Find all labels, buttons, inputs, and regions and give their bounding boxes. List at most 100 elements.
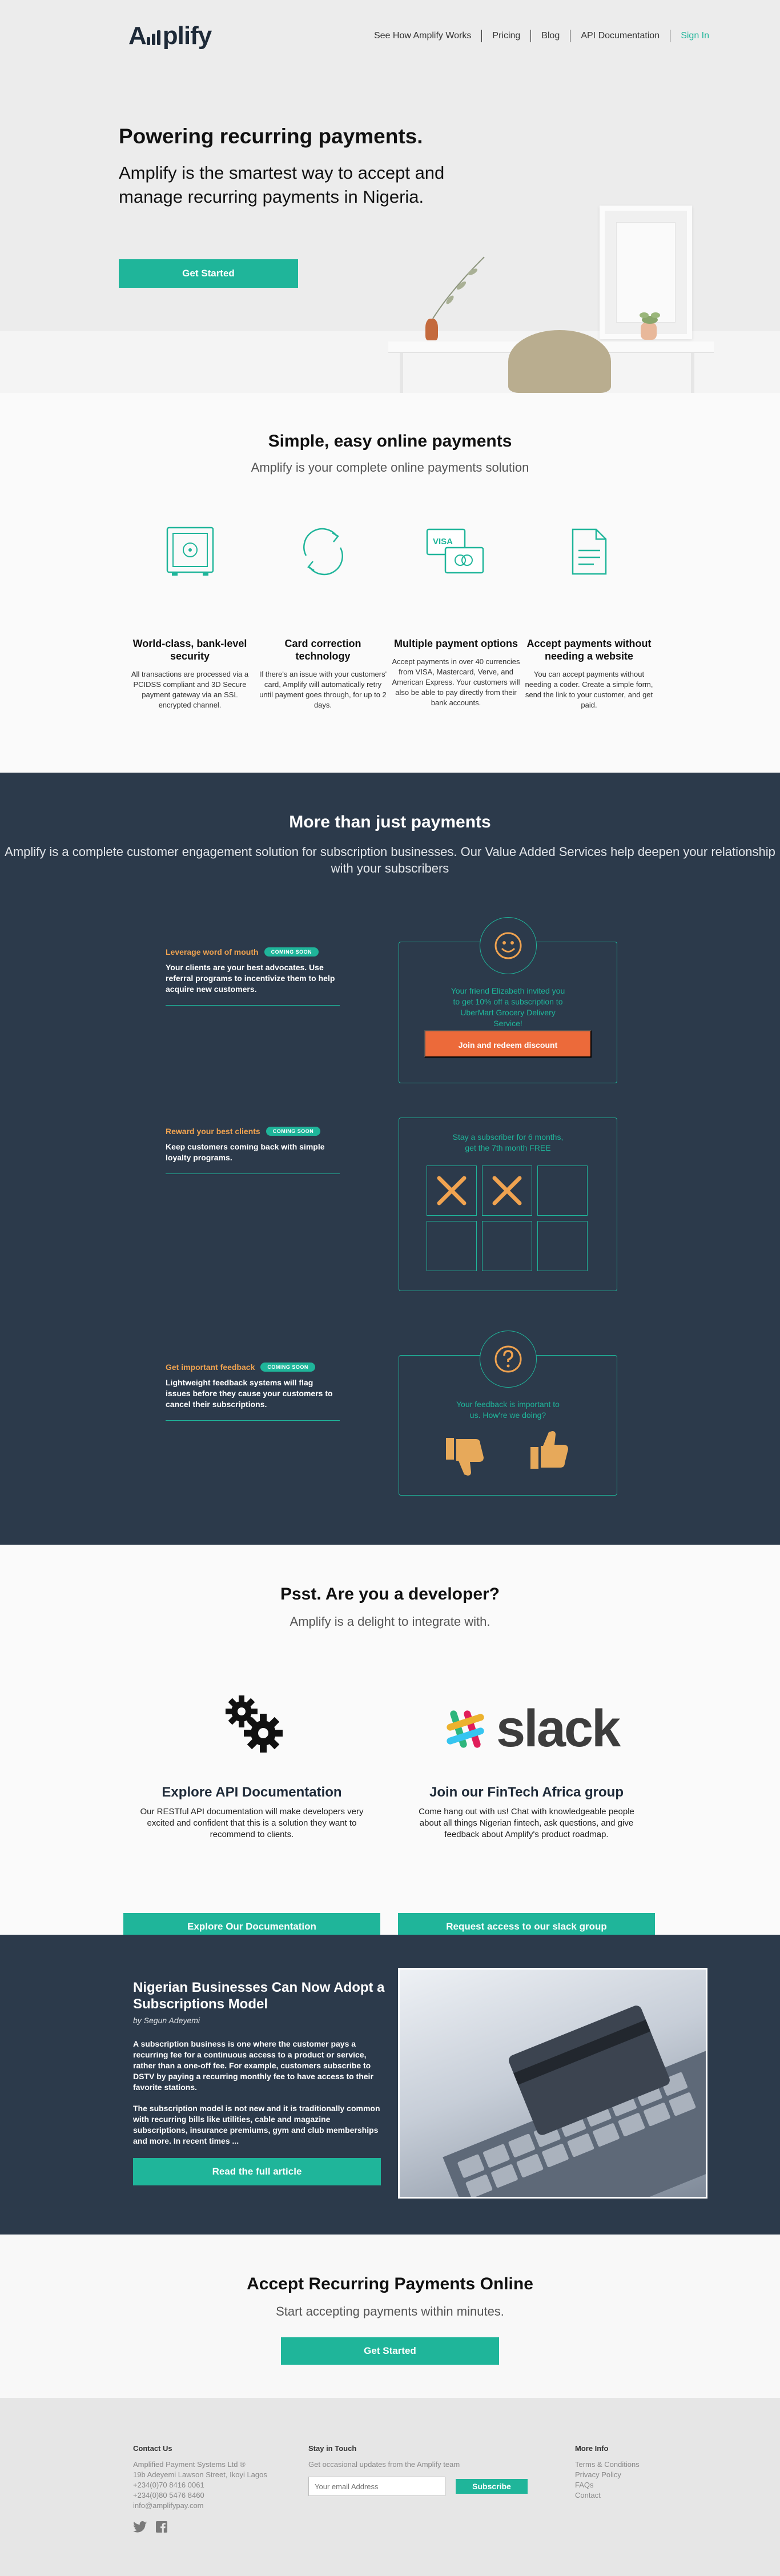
feature-title: World-class, bank-level security [132,638,247,662]
article-author: by Segun Adeyemi [133,2016,200,2025]
vas-title: Leverage word of mouth [166,947,259,957]
company-address: 19b Adeyemi Lawson Street, Ikoyi Lagos [133,2470,267,2479]
loyalty-stamp-grid [427,1166,588,1271]
vas-title: Reward your best clients [166,1127,260,1136]
footer-link-contact[interactable]: Contact [575,2490,640,2501]
contact-email[interactable]: info@amplifypay.com [133,2501,267,2511]
vas-item-feedback: Get important feedback COMING SOON Lightw… [166,1363,340,1421]
subscribe-button[interactable]: Subscribe [456,2479,528,2494]
nav-links: See How Amplify Works Pricing Blog API D… [364,30,709,42]
feature-title: Accept payments without needing a websit… [526,638,652,662]
stamp-empty [427,1221,477,1271]
chair [508,330,611,393]
article-paragraph: The subscription model is not new and it… [133,2104,380,2145]
features-section: Simple, easy online payments Amplify is … [0,393,780,773]
vas-item-reward: Reward your best clients COMING SOON Keep… [166,1127,340,1174]
developer-subtitle: Amplify is a delight to integrate with. [290,1614,490,1629]
referral-card: Your friend Elizabeth invited you to get… [399,917,617,1083]
twitter-icon[interactable] [133,2521,147,2533]
stamp-empty [482,1221,532,1271]
nav-link-how-it-works[interactable]: See How Amplify Works [364,31,481,41]
stamp-empty [537,1221,588,1271]
footer-contact-title: Contact Us [133,2444,172,2453]
join-redeem-button[interactable]: Join and redeem discount [424,1030,592,1058]
safe-icon [166,527,214,576]
sign-in-link[interactable]: Sign In [670,31,709,41]
vas-title: Get important feedback [166,1363,255,1372]
company-name: Amplified Payment Systems Ltd ® [133,2460,246,2469]
thumbs-down-icon[interactable] [444,1434,487,1478]
footer-link-faqs[interactable]: FAQs [575,2480,640,2490]
feature-card-security: World-class, bank-level security All tra… [126,523,254,710]
coming-soon-badge: COMING SOON [264,947,319,957]
feedback-card: Your feedback is important to us. How're… [399,1331,617,1496]
article-body: A subscription business is one where the… [133,2039,384,2157]
phone-1[interactable]: +234(0)70 8416 0061 [133,2480,267,2490]
feature-title: Card correction technology [284,638,361,662]
vas-item-word-of-mouth: Leverage word of mouth COMING SOON Your c… [166,947,340,1006]
developer-title: Psst. Are you a developer? [280,1585,500,1604]
feedback-message: Your feedback is important to us. How're… [456,1400,560,1420]
coming-soon-badge: COMING SOON [266,1127,321,1136]
value-added-subtitle: Amplify is a complete customer engagemen… [5,845,775,875]
nav-link-pricing[interactable]: Pricing [482,31,530,41]
api-docs-desc: Our RESTful API documentation will make … [140,1807,364,1839]
svg-text:VISA: VISA [433,537,453,546]
footer-touch-title: Stay in Touch [308,2444,357,2453]
smiley-icon [479,917,537,974]
value-added-title: More than just payments [289,813,491,831]
top-nav: Aplify See How Amplify Works Pricing Blo… [0,0,780,71]
features-title: Simple, easy online payments [268,432,512,451]
loyalty-message: Stay a subscriber for 6 months, get the … [452,1132,564,1152]
footer-link-terms[interactable]: Terms & Conditions [575,2460,640,2470]
features-subtitle: Amplify is your complete online payments… [251,460,529,475]
slack-column: slack Join our FinTech Africa group Come… [398,1687,655,1940]
refresh-icon [303,528,343,576]
footer-newsletter: Stay in Touch Get occasional updates fro… [308,2444,528,2496]
plant-branch-icon [432,256,485,319]
hero-title: Powering recurring payments. [119,124,423,148]
brand-logo[interactable]: Aplify [128,22,212,51]
newsletter-email-input[interactable] [308,2477,445,2496]
read-article-button[interactable]: Read the full article [133,2158,381,2185]
social-links [133,2521,267,2533]
developer-section: Psst. Are you a developer? Amplify is a … [0,1545,780,1940]
hero-copy: Powering recurring payments. Amplify is … [119,124,473,209]
cta-get-started-button[interactable]: Get Started [281,2337,499,2365]
thumbs-up-icon[interactable] [528,1429,572,1472]
gears-icon [226,1695,283,1753]
slack-wordmark: slack [496,1699,621,1758]
article-section: Nigerian Businesses Can Now Adopt a Subs… [0,1935,780,2235]
article-photo [398,1968,707,2199]
vase-decoration [425,319,438,340]
hero-section: Aplify See How Amplify Works Pricing Blo… [0,0,780,393]
slack-logo: slack [443,1699,621,1759]
question-icon [479,1331,537,1388]
slack-hash-icon [447,1710,484,1748]
cta-subtitle: Start accepting payments within minutes. [276,2304,504,2318]
get-started-button[interactable]: Get Started [119,259,298,288]
stamp-cross-icon [427,1166,477,1216]
slack-title: Join our FinTech Africa group [429,1785,624,1800]
hero-subtitle: Amplify is the smartest way to accept an… [119,163,445,207]
api-docs-title: Explore API Documentation [162,1785,342,1800]
nav-link-blog[interactable]: Blog [531,31,570,41]
footer-link-privacy[interactable]: Privacy Policy [575,2470,640,2480]
coming-soon-badge: COMING SOON [260,1363,315,1372]
logo-bars-icon [146,23,162,51]
cta-section: Accept Recurring Payments Online Start a… [0,2235,780,2398]
stamp-cross-icon [482,1166,532,1216]
feature-card-payment-options: VISA Multiple payment options Accept pay… [392,523,520,708]
phone-2[interactable]: +234(0)80 5476 8460 [133,2490,267,2501]
feature-desc: If there's an issue with your customers'… [259,670,387,709]
vas-desc: Keep customers coming back with simple l… [166,1142,325,1162]
newsletter-desc: Get occasional updates from the Amplify … [308,2460,460,2469]
nav-link-api-docs[interactable]: API Documentation [570,31,670,41]
footer-more-title: More Info [575,2444,609,2453]
vas-desc: Lightweight feedback systems will flag i… [166,1378,333,1409]
feature-card-card-correction: Card correction technology If there's an… [259,523,387,710]
credit-cards-icon: VISA [426,528,484,574]
facebook-icon[interactable] [156,2521,167,2533]
feature-card-no-website: Accept payments without needing a websit… [525,523,653,710]
stamp-empty [537,1166,588,1216]
